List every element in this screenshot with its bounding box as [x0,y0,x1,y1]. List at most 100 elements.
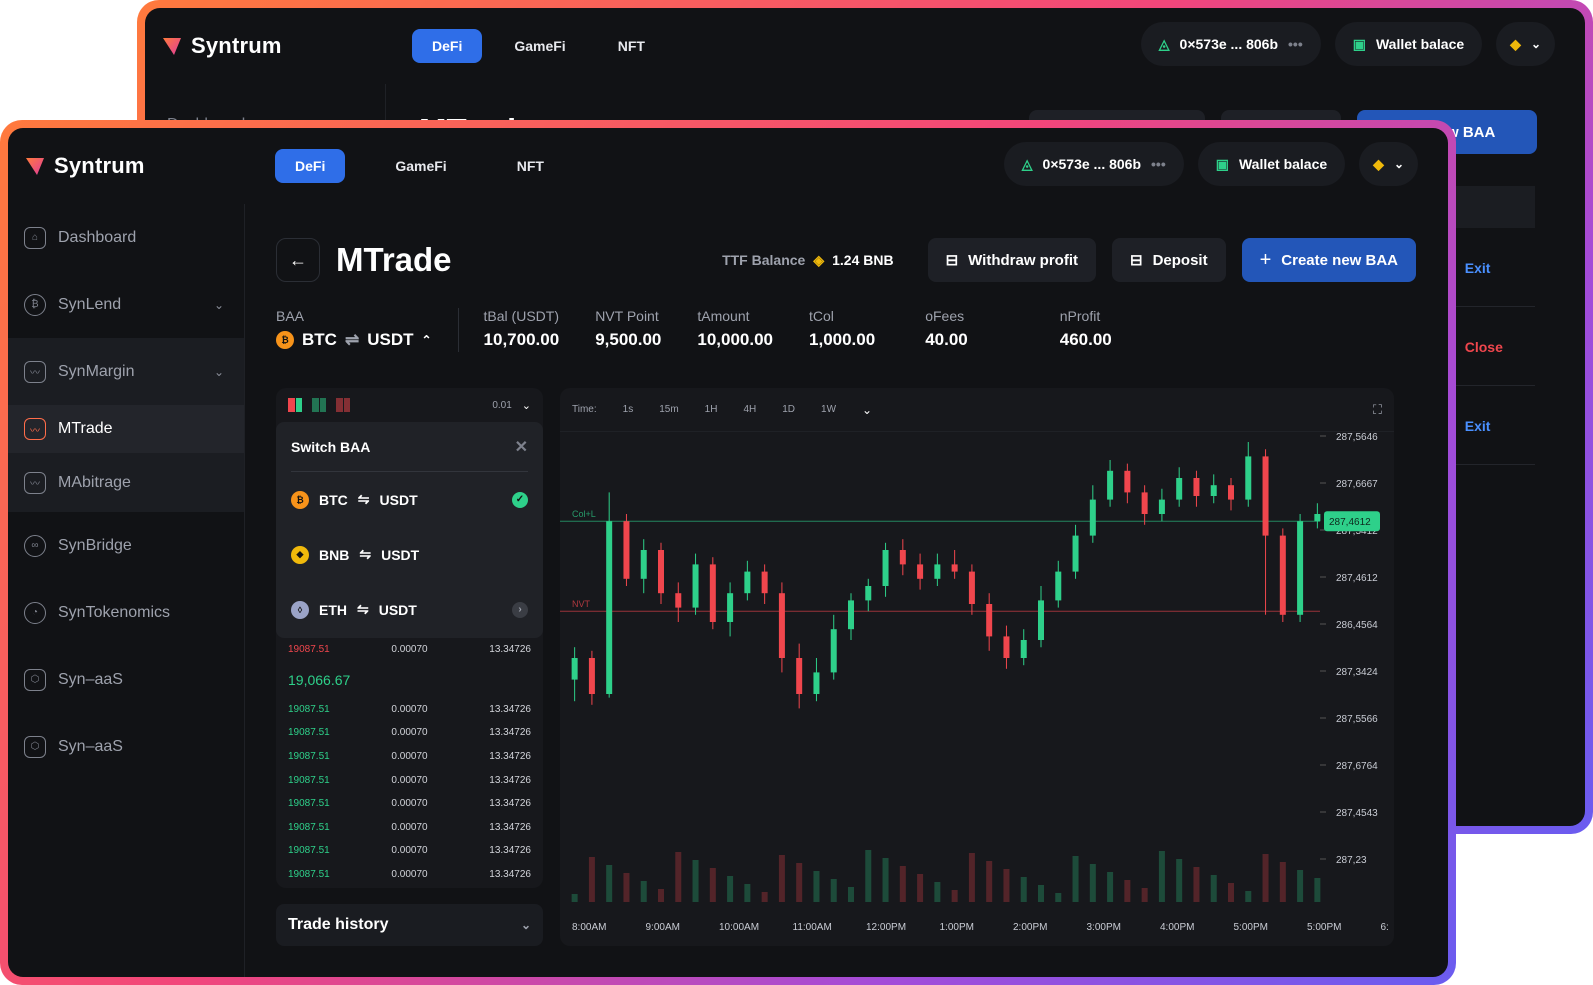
candle-body [1262,456,1269,536]
bid-amount: 0.00070 [391,869,428,881]
wallet-balance[interactable]: ▣ Wallet balace [1197,142,1346,186]
chain-select[interactable]: ◆ ⌄ [1359,142,1418,186]
view-asks-icon[interactable] [336,398,350,412]
bid-row[interactable]: 19087.51 0.00070 13.34726 [276,768,543,792]
logo[interactable]: Syntrum [8,153,245,179]
front-window-frame: Syntrum DeFi GameFi NFT ◬ 0×573e ... 806… [0,120,1456,985]
view-both-icon[interactable] [288,398,302,412]
back-tab-nft[interactable]: NFT [598,29,665,63]
topbar: Syntrum DeFi GameFi NFT ◬ 0×573e ... 806… [8,128,1448,204]
swap-icon: ⇌ [344,330,360,349]
sidebar-item-synaas-2[interactable]: ⬡ Syn–aaS [8,713,244,780]
volume-bar [606,865,613,902]
pie-icon: ◔ [24,601,46,624]
front-window: Syntrum DeFi GameFi NFT ◬ 0×573e ... 806… [8,128,1448,977]
more-icon: ••• [1151,156,1166,172]
pair-option-bnb[interactable]: ◆ BNB ⇋ USDT [276,527,543,582]
candlestick-plot[interactable]: Col+LNVT287,5646287,6667287,5412287,4612… [560,432,1394,946]
interval-1s[interactable]: 1s [623,404,634,415]
back-tab-gamefi[interactable]: GameFi [494,29,585,63]
wallet-address[interactable]: ◬ 0×573e ... 806b ••• [1003,142,1184,186]
candle-body [951,564,958,572]
sidebar-item-mabitrage[interactable]: 〰 MAbitrage [8,453,244,512]
sidebar: ⌂ Dashboard ₿ SynLend ⌄ 〰 SynMargin ⌄ 〰 … [8,204,245,977]
sidebar-item-synlend[interactable]: ₿ SynLend ⌄ [8,271,244,338]
precision-select[interactable]: 0.01 [492,400,511,411]
bid-row[interactable]: 19087.51 0.00070 13.34726 [276,721,543,745]
volume-bar [830,879,837,902]
interval-1w[interactable]: 1W [821,404,836,415]
bid-row[interactable]: 19087.51 0.00070 13.34726 [276,698,543,722]
close-icon[interactable]: ✕ [515,437,528,457]
sidebar-item-mtrade[interactable]: 〰 MTrade [8,405,244,453]
candle-body [727,593,734,622]
page-title: MTrade [336,241,452,278]
bid-amount: 0.00070 [391,727,428,739]
pair-option-eth[interactable]: ◊ ETH ⇋ USDT › [276,582,543,637]
stat-baa[interactable]: BAA ₿ BTC ⇌ USDT ⌃ [276,308,459,352]
bid-total: 13.34726 [489,703,531,715]
sidebar-item-synbridge[interactable]: ∞ SynBridge [8,512,244,579]
volume-bar [1158,851,1165,902]
x-tick-label: 6: [1381,922,1389,933]
y-tick-label: 287,5566 [1336,714,1378,725]
back-wallet-balance[interactable]: ▣ Wallet balace [1334,22,1483,66]
volume-bar [727,876,734,902]
sidebar-item-synmargin[interactable]: 〰 SynMargin ⌄ [8,338,244,405]
sidebar-item-dashboard[interactable]: ⌂ Dashboard [8,204,244,271]
back-topbar: Syntrum DeFi GameFi NFT ◬ 0×573e ... 806… [145,8,1585,84]
interval-1h[interactable]: 1H [705,404,718,415]
candle-body [848,600,854,630]
interval-4h[interactable]: 4H [743,404,756,415]
candle-body [675,593,682,608]
volume-bar [761,892,768,902]
bid-total: 13.34726 [489,821,531,833]
deposit-button[interactable]: ⊟ Deposit [1112,238,1226,282]
withdraw-profit-button[interactable]: ⊟ Withdraw profit [927,238,1097,282]
back-logo[interactable]: Syntrum [145,33,382,59]
sidebar-item-syntokenomics[interactable]: ◔ SynTokenomics [8,579,244,646]
candle-body [968,571,975,604]
interval-1d[interactable]: 1D [782,404,795,415]
volume-bar [1297,870,1304,902]
chevron-up-icon: ⌃ [421,333,432,347]
x-tick-label: 11:00AM [793,922,832,933]
fullscreen-icon[interactable]: ⛶ [1373,402,1382,418]
volume-bar [986,861,993,902]
pair-option-btc[interactable]: ₿ BTC ⇋ USDT ✓ [276,472,543,527]
bid-row[interactable]: 19087.51 0.00070 13.34726 [276,745,543,769]
candle-body [917,564,924,579]
bid-row[interactable]: 19087.51 0.00070 13.34726 [276,792,543,816]
back-tab-defi[interactable]: DeFi [412,29,483,63]
bid-price: 19087.51 [288,869,330,881]
candle-body [1193,478,1200,496]
candle-body [1107,470,1114,500]
interval-15m[interactable]: 15m [659,404,678,415]
x-tick-label: 1:00PM [940,922,974,933]
volume-bar [865,850,872,902]
bid-price: 19087.51 [288,751,330,763]
view-bids-icon[interactable] [312,398,326,412]
sidebar-item-synaas-1[interactable]: ⬡ Syn–aaS [8,646,244,713]
candle-body [623,521,630,579]
x-tick-label: 3:00PM [1087,922,1121,933]
volume-bar [1038,885,1044,902]
tab-defi[interactable]: DeFi [275,149,346,183]
back-button[interactable]: ← [276,238,320,282]
tab-nft[interactable]: NFT [497,149,564,183]
bid-row[interactable]: 19087.51 0.00070 13.34726 [276,816,543,840]
create-baa-button[interactable]: + Create new BAA [1241,238,1416,282]
tab-gamefi[interactable]: GameFi [375,149,466,183]
trade-history-toggle[interactable]: Trade history ⌄ [276,904,543,946]
stats-bar: BAA ₿ BTC ⇌ USDT ⌃ tBal (USDT) 10,700.00 … [276,308,1148,352]
candle-body [813,672,820,694]
bid-row[interactable]: 19087.51 0.00070 13.34726 [276,863,543,887]
ask-row[interactable]: 19087.51 0.00070 13.34726 [276,638,543,662]
bnb-icon: ◆ [1510,35,1521,52]
order-book-rows: 19087.51 0.00070 13.34726 19,066.67 1908… [276,638,543,886]
back-wallet-address[interactable]: ◬ 0×573e ... 806b ••• [1140,22,1321,66]
chevron-down-icon: ⌄ [1393,157,1404,171]
chevron-down-icon[interactable]: ⌄ [862,403,872,417]
bid-row[interactable]: 19087.51 0.00070 13.34726 [276,839,543,863]
back-chain-select[interactable]: ◆ ⌄ [1496,22,1555,66]
